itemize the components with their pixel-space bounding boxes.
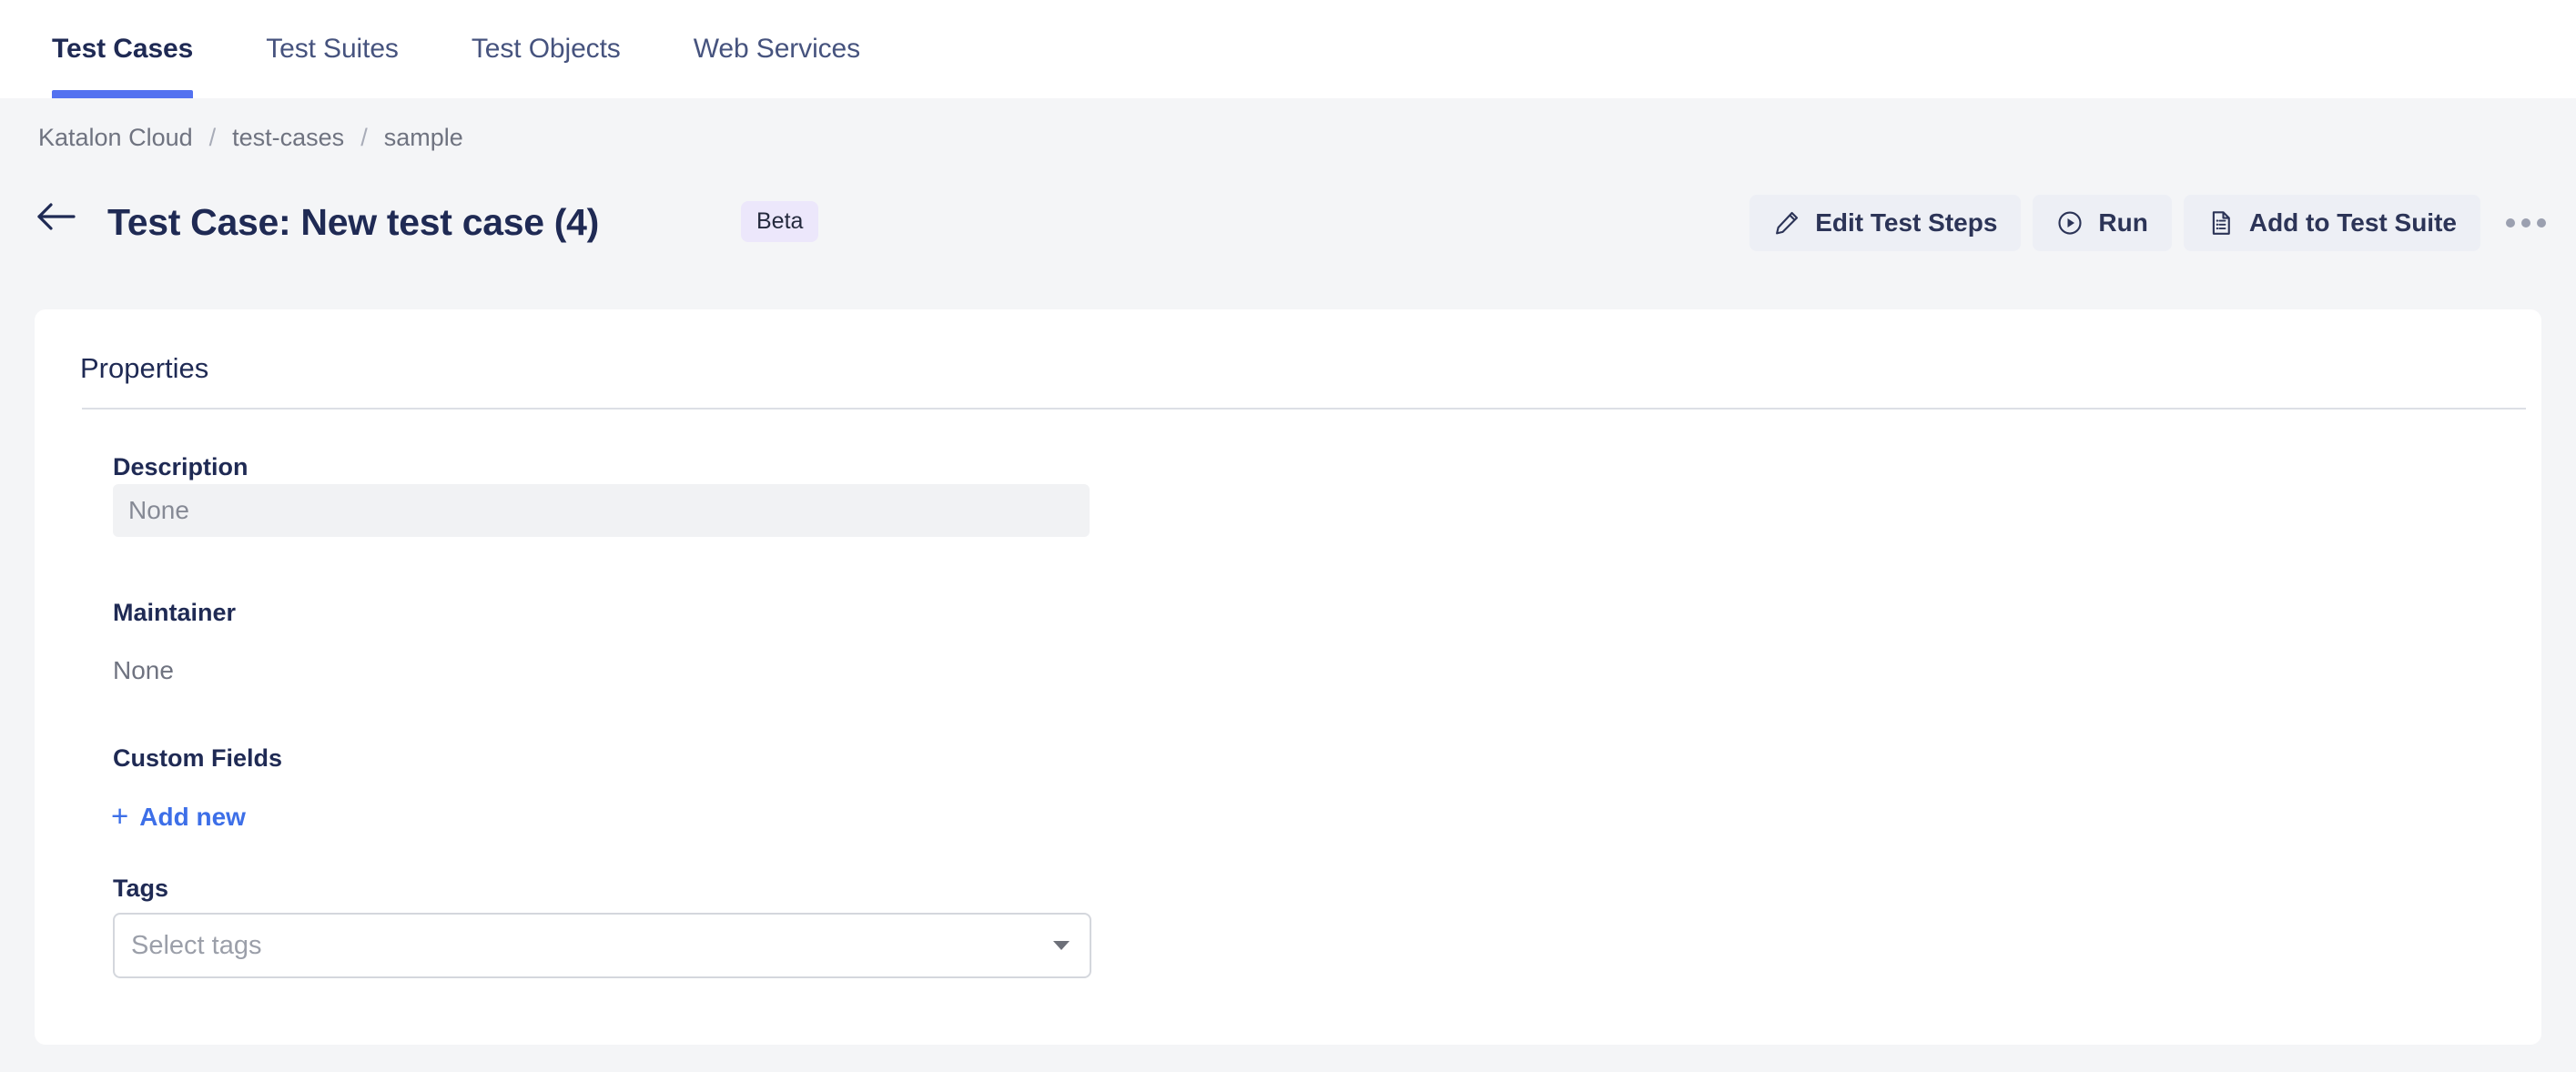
tab-test-cases-label: Test Cases [52,34,194,64]
status-badge-beta: Beta [741,201,819,242]
breadcrumb: Katalon Cloud / test-cases / sample [38,124,463,152]
tab-test-objects-label: Test Objects [471,34,621,64]
description-input[interactable]: None [113,484,1090,537]
edit-test-steps-button[interactable]: Edit Test Steps [1749,195,2022,251]
breadcrumb-item-sample[interactable]: sample [384,124,463,152]
properties-panel-title: Properties [80,352,209,384]
breadcrumb-separator: / [208,124,217,151]
tab-web-services[interactable]: Web Services [694,0,860,98]
more-options-icon [2521,218,2530,228]
tab-test-cases[interactable]: Test Cases [52,0,194,98]
maintainer-value: None [113,656,174,684]
maintainer-label: Maintainer [113,599,237,626]
test-case-detail-page: Test Cases Test Suites Test Objects Web … [0,0,2576,1072]
tags-select[interactable]: Select tags [113,913,1091,978]
tab-test-suites[interactable]: Test Suites [266,0,399,98]
more-options-icon [2506,218,2515,228]
custom-fields-label: Custom Fields [113,744,283,772]
chevron-down-icon [1053,941,1070,950]
add-new-label: Add new [139,802,246,831]
run-button[interactable]: Run [2033,195,2172,251]
tab-test-suites-label: Test Suites [266,34,399,64]
description-label: Description [113,453,248,480]
page-title: Test Case: New test case (4) [107,200,600,243]
back-button[interactable] [33,193,80,240]
page-header: Test Case: New test case (4) Beta Edit T… [0,178,2576,266]
primary-tab-bar: Test Cases Test Suites Test Objects Web … [0,0,2576,98]
header-actions: Edit Test Steps Run Add to Test Suite [1749,195,2554,251]
properties-panel: Properties Description None Maintainer N… [35,309,2541,1045]
run-label: Run [2098,208,2148,237]
play-circle-icon [2058,211,2082,235]
breadcrumb-separator: / [360,124,368,151]
add-to-test-suite-button[interactable]: Add to Test Suite [2183,195,2480,251]
plus-icon: + [111,799,129,833]
breadcrumb-item-test-cases[interactable]: test-cases [232,124,344,152]
add-to-test-suite-label: Add to Test Suite [2248,208,2457,237]
file-document-icon [2212,211,2230,235]
arrow-left-icon [37,203,76,230]
tags-label: Tags [113,875,169,902]
more-options-button[interactable] [2498,195,2554,251]
edit-test-steps-label: Edit Test Steps [1815,208,1998,237]
tags-select-placeholder: Select tags [131,930,262,960]
tab-test-objects[interactable]: Test Objects [472,0,621,98]
breadcrumb-item-katalon-cloud[interactable]: Katalon Cloud [38,124,193,152]
add-new-custom-field-button[interactable]: + Add new [111,799,246,833]
panel-divider [82,408,2526,410]
more-options-icon [2537,218,2546,228]
tab-web-services-label: Web Services [693,34,861,64]
pencil-icon [1776,211,1799,235]
